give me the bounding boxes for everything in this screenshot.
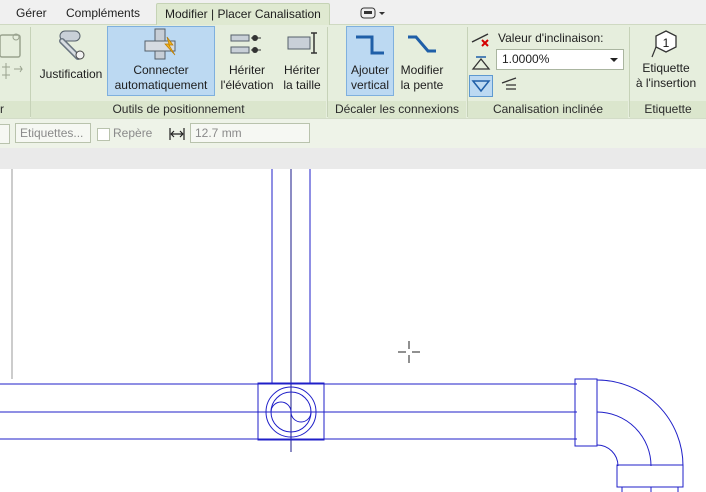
add-vertical-label-line2: vertical [350,78,389,92]
tab-modifier-placer-canalisation[interactable]: Modifier | Placer Canalisation [156,3,330,25]
auto-connect-button[interactable]: Connecter automatiquement [107,26,215,96]
auto-connect-label-line2: automatiquement [114,78,208,92]
down-pipe [621,487,679,492]
ribbon-tab-bar: Gérer Compléments Modifier | Placer Cana… [0,0,706,25]
add-vertical-icon [356,35,384,55]
inherit-elevation-label-line1: Hériter [228,63,265,77]
options-bar: Etiquettes... Repère 12.7 mm [0,118,706,148]
offset-connections-panel-label: Décaler les connexions [328,101,466,118]
elbow-outer-arc [596,379,684,467]
tag-label-line1: Etiquette [642,61,690,75]
modify-slope-button[interactable]: Modifier la pente [394,27,450,97]
slope-down-icon [471,80,491,93]
tag-on-placement-button[interactable]: 1 Etiquette à l'insertion [632,27,700,97]
slope-up-icon [471,56,491,70]
inherit-elevation-button[interactable]: Hériter l'élévation [217,27,277,97]
auto-connect-label-line1: Connecter [133,63,189,77]
tab-gerer[interactable]: Gérer [8,3,55,24]
sloped-pipe-panel-label: Canalisation inclinée [468,101,628,118]
tag-panel-label: Etiquette [630,101,706,118]
elbow-flange-top[interactable] [574,378,598,447]
justification-label: Justification [39,67,103,81]
slope-off-icon [471,33,489,47]
panel-toggle-icon [360,7,385,19]
slope-value-select[interactable]: 1.0000% [496,49,624,70]
ribbon-panel-partial: r [0,25,30,118]
justification-button[interactable]: Justification [37,27,105,97]
tag-hexagon-icon: 1 [651,30,677,58]
chevron-down-icon [610,58,618,62]
tab-complements[interactable]: Compléments [58,3,148,24]
slope-value-label: Valeur d'inclinaison: [498,31,604,45]
ribbon: r Justification Connecter automatiquemen… [0,25,706,118]
inherit-size-button[interactable]: Hériter la taille [279,27,325,97]
inherit-size-icon [287,32,317,54]
pipe-justification-icon [59,30,85,60]
options-bar-checkbox-partial[interactable] [0,124,10,144]
inherit-size-label-line1: Hériter [283,63,320,77]
drawing-canvas[interactable] [0,169,706,492]
add-vertical-button[interactable]: Ajouter vertical [346,26,394,96]
inherit-size-label-line2: la taille [283,78,321,92]
partial-panel-label: r [0,101,30,118]
elbow-inner-arc [596,444,619,467]
length-input[interactable]: 12.7 mm [190,123,310,143]
quick-access-dropdown[interactable] [358,6,388,20]
elbow-center-arc [596,411,652,467]
partial-tools-icon [0,33,23,79]
ribbon-panel-positioning-tools: Justification Connecter automatiquement … [31,25,326,118]
inherit-elevation-icon [230,34,261,54]
slope-value-text: 1.0000% [502,52,550,66]
auto-connect-icon [144,28,176,60]
modify-slope-icon [408,35,436,53]
view-header-strip [0,148,706,169]
slope-down-button[interactable] [469,75,493,97]
modify-slope-label-line2: la pente [400,78,444,92]
add-vertical-label-line1: Ajouter [350,63,390,77]
ribbon-panel-tag: 1 Etiquette à l'insertion Etiquette [630,25,706,118]
tag-number: 1 [663,36,670,50]
repere-checkbox[interactable] [97,128,110,141]
slope-off-button[interactable] [470,30,492,50]
crosshair-cursor-icon [398,341,420,363]
slope-arrow-icon [501,77,517,90]
elbow-flange-bottom[interactable] [616,464,684,488]
tags-input[interactable]: Etiquettes... [15,123,91,143]
positioning-tools-panel-label: Outils de positionnement [31,101,326,118]
repere-label: Repère [113,126,153,140]
inherit-elevation-label-line2: l'élévation [220,78,274,92]
modify-slope-label-line1: Modifier [400,63,444,77]
ribbon-panel-sloped-pipe: Valeur d'inclinaison: 1.0000% Canalisati… [468,25,628,118]
length-dimension-icon [169,128,185,140]
pipe-drawing [0,169,684,492]
tag-label-line2: à l'insertion [635,76,697,90]
slope-up-button[interactable] [470,53,492,73]
slope-arrow-button[interactable] [498,75,520,93]
ribbon-panel-offset-connections: Ajouter vertical Modifier la pente Décal… [328,25,466,118]
